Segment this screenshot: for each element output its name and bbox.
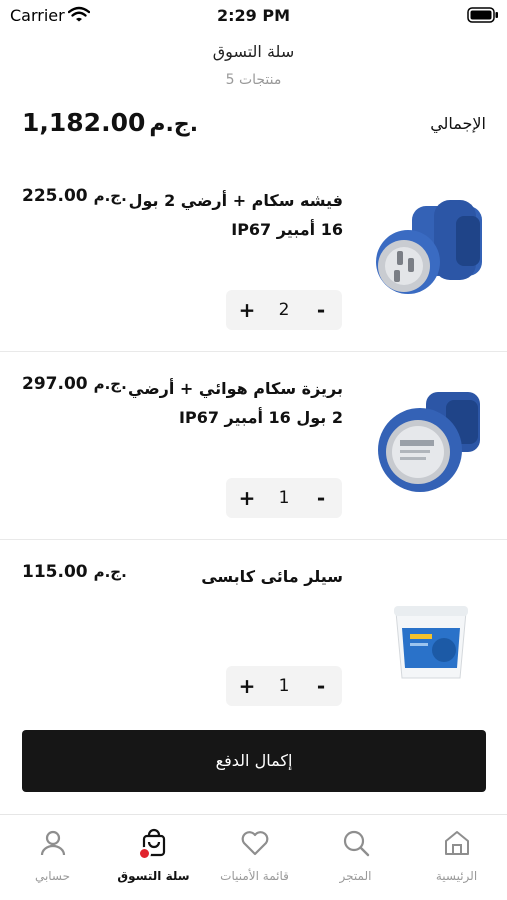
tab-account[interactable]: حسابي	[2, 815, 103, 900]
item-price: 297.00 ج.م.	[22, 374, 127, 394]
tab-label: الرئيسية	[435, 869, 478, 883]
item-price-value: 115.00	[22, 562, 88, 582]
cart-item: بريزة سكام هوائي + أرضي 2 بول 16 أمبير I…	[0, 352, 507, 540]
quantity-value: 1	[278, 488, 290, 508]
total-value: 1,182.00	[22, 108, 146, 137]
total-currency: ج.م.	[149, 112, 199, 137]
tab-label: المتجر	[339, 869, 372, 883]
item-count: 5 منتجات	[225, 72, 282, 88]
sealer-bucket-image[interactable]	[388, 598, 474, 684]
item-price: 115.00 ج.م.	[22, 562, 127, 582]
increase-button[interactable]: +	[228, 290, 266, 330]
status-bar: Carrier 2:29 PM	[0, 0, 507, 32]
item-currency: ج.م.	[93, 187, 127, 205]
home-icon	[445, 831, 469, 855]
total-row: الإجمالي 1,182.00 ج.م.	[22, 106, 486, 146]
blue-socket-image[interactable]	[374, 386, 486, 498]
item-currency: ج.م.	[93, 375, 127, 393]
item-name[interactable]: سيلر مائى كابسى	[113, 562, 343, 591]
item-name[interactable]: فيشه سكام + أرضي 2 بول 16 أمبير IP67	[113, 186, 343, 244]
clock: 2:29 PM	[216, 6, 290, 25]
item-price-value: 225.00	[22, 186, 88, 206]
decrease-button[interactable]: -	[302, 290, 340, 330]
total-label: الإجمالي	[430, 114, 486, 133]
tab-label: سلة التسوق	[117, 869, 190, 883]
cart-item: سيلر مائى كابسى 115.00 ج.م. + 1 -	[0, 540, 507, 728]
tab-label: قائمة الأمنيات	[220, 869, 289, 883]
cart-badge-dot	[138, 847, 151, 860]
profile-icon	[40, 830, 66, 856]
item-price-value: 297.00	[22, 374, 88, 394]
cart-item: فيشه سكام + أرضي 2 بول 16 أمبير IP67 225…	[0, 164, 507, 352]
tab-wishlist[interactable]: قائمة الأمنيات	[204, 815, 305, 900]
blue-plug-image[interactable]	[374, 196, 486, 308]
decrease-button[interactable]: -	[302, 478, 340, 518]
tab-label: حسابي	[34, 869, 71, 883]
quantity-stepper: + 1 -	[226, 478, 342, 518]
page-title: سلة التسوق	[212, 42, 295, 61]
tab-bar: الرئيسية المتجر قائمة الأمنيات سلة التسو…	[0, 814, 507, 900]
quantity-value: 1	[278, 676, 290, 696]
quantity-value: 2	[278, 300, 290, 320]
search-icon	[343, 830, 370, 857]
battery-icon	[467, 7, 498, 23]
increase-button[interactable]: +	[228, 666, 266, 706]
item-currency: ج.م.	[93, 563, 127, 581]
checkout-button[interactable]: إكمال الدفع	[22, 730, 486, 792]
tab-cart[interactable]: سلة التسوق	[103, 815, 204, 900]
decrease-button[interactable]: -	[302, 666, 340, 706]
item-price: 225.00 ج.م.	[22, 186, 127, 206]
tab-store[interactable]: المتجر	[305, 815, 406, 900]
increase-button[interactable]: +	[228, 478, 266, 518]
quantity-stepper: + 1 -	[226, 666, 342, 706]
quantity-stepper: + 2 -	[226, 290, 342, 330]
heart-icon	[241, 831, 269, 856]
tab-home[interactable]: الرئيسية	[406, 815, 507, 900]
total-amount: 1,182.00 ج.م.	[22, 108, 198, 137]
item-name[interactable]: بريزة سكام هوائي + أرضي 2 بول 16 أمبير I…	[113, 374, 343, 432]
